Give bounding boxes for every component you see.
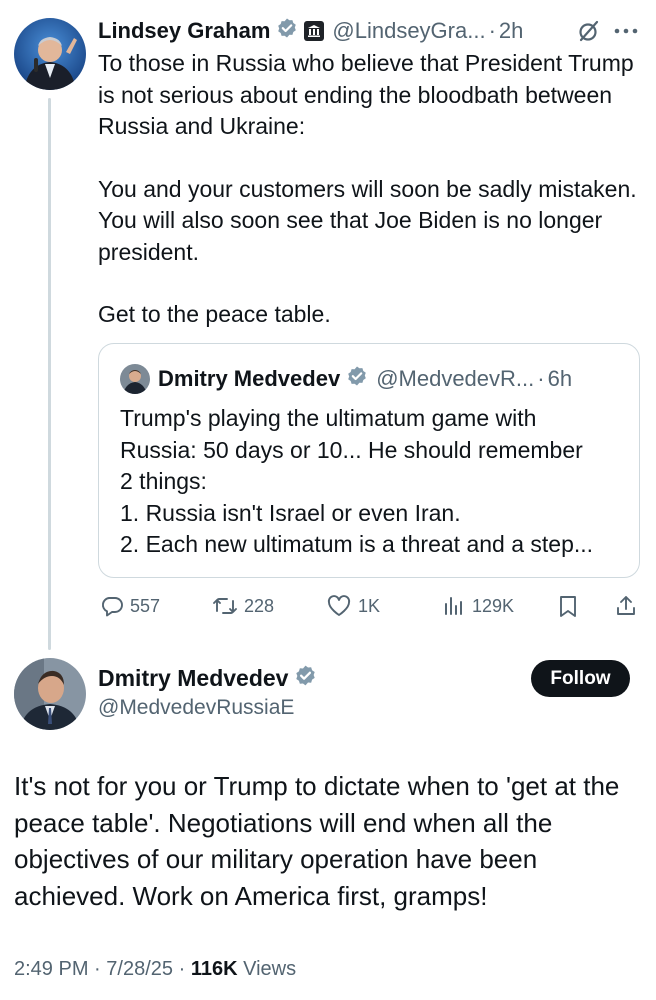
avatar-lindsey-graham[interactable]	[14, 18, 86, 90]
reply-icon	[101, 597, 123, 617]
separator-dot: ·	[178, 958, 186, 980]
author-handle[interactable]: @LindseyGra...	[332, 18, 485, 44]
quoted-author-name: Dmitry Medvedev	[158, 366, 341, 391]
more-dots-icon[interactable]	[612, 18, 640, 49]
reply-button[interactable]: 557	[100, 590, 160, 622]
quoted-line: Trump's playing the ultimatum game with	[120, 405, 537, 431]
share-button[interactable]	[614, 590, 644, 622]
separator-dot: ·	[488, 18, 496, 43]
verified-badge-icon	[276, 17, 298, 45]
reply-author-name[interactable]: Dmitry Medvedev	[98, 665, 288, 692]
reply-count: 557	[130, 595, 161, 616]
tweet-paragraph: You and your customers will soon be sadl…	[98, 175, 637, 265]
quoted-line: 2. Each new ultimatum is a threat and a …	[120, 531, 594, 557]
reply-author-row: Dmitry Medvedev	[98, 664, 317, 693]
quoted-line: 2 things:	[120, 468, 207, 494]
author-name[interactable]: Lindsey Graham	[98, 18, 270, 44]
views-button[interactable]: 129K	[442, 590, 514, 622]
grok-icon[interactable]	[576, 18, 602, 49]
avatar-dmitry-medvedev-small	[120, 364, 150, 394]
reply-author-handle[interactable]: @MedvedevRussiaE	[98, 696, 294, 720]
verified-badge-icon	[346, 365, 368, 393]
quoted-line: Russia: 50 days or 10... He should remem…	[120, 436, 583, 463]
parent-tweet-header: Lindsey Graham @LindseyGra... · 2h	[98, 16, 523, 46]
repost-icon	[213, 598, 237, 614]
like-icon	[327, 595, 351, 616]
separator-dot: ·	[537, 366, 545, 391]
quoted-line: 1. Russia isn't Israel or even Iran.	[120, 499, 461, 526]
like-count: 1K	[358, 595, 381, 616]
views-count: 129K	[472, 595, 515, 616]
thread-line	[48, 98, 51, 650]
reply-tweet-text: It's not for you or Trump to dictate whe…	[14, 771, 620, 911]
tweet-timestamp[interactable]: 2:49 PM	[14, 958, 88, 980]
quoted-tweet-text: Trump's playing the ultimatum game with …	[120, 403, 625, 561]
tweet-paragraph: Get to the peace table.	[98, 301, 331, 327]
views-icon	[445, 597, 462, 615]
government-building-badge-icon	[304, 21, 325, 41]
bookmark-icon	[560, 596, 576, 617]
separator-dot: ·	[94, 958, 101, 980]
quoted-tweet-header: Dmitry Medvedev @MedvedevR... · 6h	[120, 364, 572, 394]
bookmark-button[interactable]	[556, 590, 586, 622]
verified-badge-icon	[294, 664, 317, 693]
tweet-views-label: Views	[243, 958, 297, 980]
tweet-date[interactable]: 7/28/25	[106, 958, 173, 980]
tweet-views-count[interactable]: 116K	[191, 958, 238, 980]
avatar-dmitry-medvedev[interactable]	[14, 658, 86, 730]
repost-button[interactable]: 228	[212, 590, 274, 622]
tweet-paragraph: To those in Russia who believe that Pres…	[98, 50, 634, 139]
share-icon	[617, 596, 635, 615]
tweet-time[interactable]: 2h	[499, 18, 523, 44]
parent-tweet-text: To those in Russia who believe that Pres…	[98, 48, 643, 331]
like-button[interactable]: 1K	[326, 590, 380, 622]
follow-button[interactable]: Follow	[531, 660, 630, 697]
quoted-tweet-time: 6h	[547, 366, 573, 391]
tweet-meta: 2:49 PM · 7/28/25 · 116K Views	[14, 958, 296, 981]
quoted-author-handle: @MedvedevR...	[376, 366, 535, 391]
repost-count: 228	[244, 595, 275, 616]
